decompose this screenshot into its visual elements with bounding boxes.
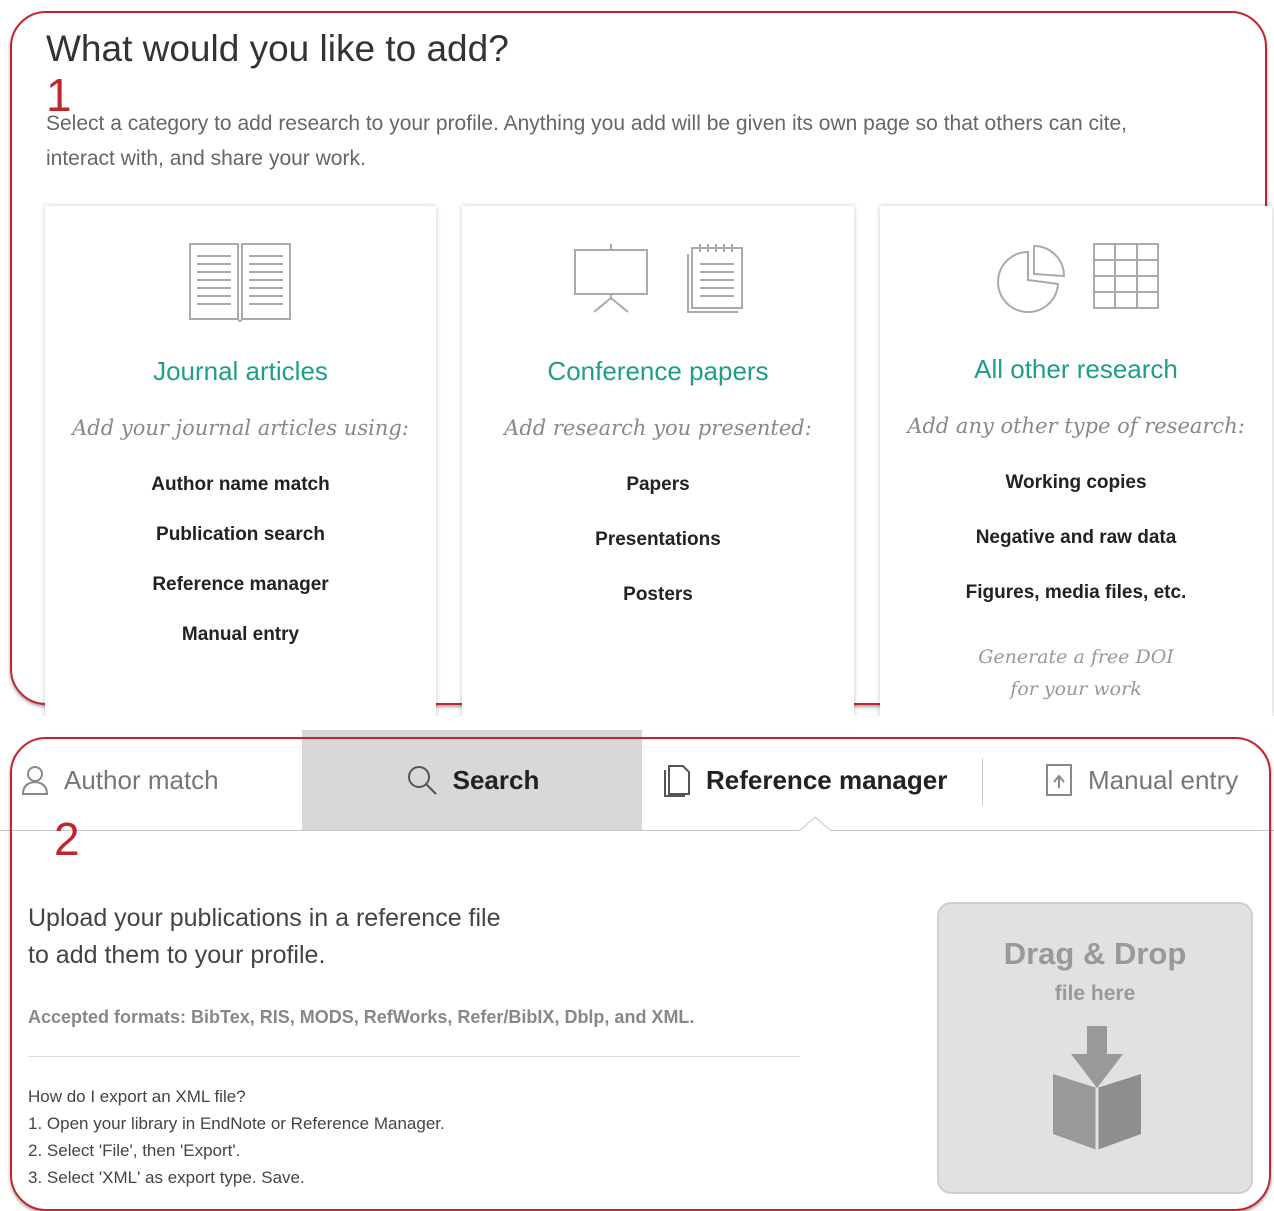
option-papers[interactable]: Papers — [462, 474, 854, 496]
data-table-icon — [1093, 243, 1159, 309]
active-tab-caret — [798, 816, 832, 833]
tab-label: Manual entry — [1088, 764, 1239, 795]
option-working-copies[interactable]: Working copies — [880, 472, 1272, 494]
option-author-name-match[interactable]: Author name match — [45, 474, 436, 496]
annotation-number-2: 2 — [54, 813, 80, 865]
option-manual-entry[interactable]: Manual entry — [45, 624, 436, 646]
option-negative-raw-data[interactable]: Negative and raw data — [880, 527, 1272, 549]
instruction-line: 1. Open your library in EndNote or Refer… — [28, 1114, 445, 1133]
open-book-icon — [189, 243, 291, 322]
page-title: What would you like to add? — [46, 28, 509, 69]
card-subtitle: Add your journal articles using: — [72, 416, 409, 440]
tab-search[interactable]: Search — [302, 730, 642, 830]
upload-icon — [1046, 764, 1072, 796]
upload-description: Upload your publications in a reference … — [28, 900, 501, 974]
instruction-line: 3. Select 'XML' as export type. Save. — [28, 1168, 305, 1187]
card-title[interactable]: Journal articles — [45, 356, 436, 387]
section-gap — [0, 716, 1274, 730]
tab-separator — [982, 758, 983, 806]
document-icon — [664, 765, 690, 797]
dropzone-title: Drag & Drop — [1003, 936, 1187, 971]
notepad-icon — [687, 244, 743, 313]
accepted-formats: Accepted formats: BibTex, RIS, MODS, Ref… — [28, 1007, 695, 1027]
upload-line: Upload your publications in a reference … — [28, 904, 501, 932]
tab-manual-entry[interactable]: Manual entry — [1044, 730, 1238, 830]
option-figures-media[interactable]: Figures, media files, etc. — [880, 582, 1272, 604]
box-download-icon — [1053, 1026, 1141, 1150]
intro-line: interact with, and share your work. — [46, 147, 366, 170]
tab-underline — [0, 830, 1274, 831]
doi-note-line: Generate a free DOI — [978, 646, 1174, 668]
option-presentations[interactable]: Presentations — [462, 529, 854, 551]
card-title[interactable]: All other research — [880, 354, 1272, 385]
option-posters[interactable]: Posters — [462, 584, 854, 606]
tab-label: Author match — [64, 764, 219, 795]
person-icon — [21, 766, 49, 795]
card-title[interactable]: Conference papers — [462, 356, 854, 387]
upload-line: to add them to your profile. — [28, 941, 326, 969]
export-instructions: How do I export an XML file? 1. Open you… — [28, 1083, 445, 1191]
intro-text: Select a category to add research to you… — [46, 106, 1272, 176]
pie-chart-icon — [997, 244, 1066, 313]
dropzone-subtitle: file here — [1054, 982, 1136, 1005]
tab-author-match[interactable]: Author match — [20, 730, 219, 830]
card-subtitle: Add any other type of research: — [907, 414, 1245, 438]
tab-label: Search — [452, 764, 540, 795]
card-subtitle: Add research you presented: — [504, 416, 812, 440]
divider — [28, 1056, 800, 1057]
card-journal-articles[interactable]: Journal articles Add your journal articl… — [45, 206, 436, 726]
drag-drop-zone[interactable]: Drag & Drop file here — [937, 902, 1253, 1194]
card-all-other-research[interactable]: All other research Add any other type of… — [880, 206, 1272, 726]
search-icon — [407, 766, 437, 795]
presentation-board-icon — [574, 244, 648, 313]
instruction-line: How do I export an XML file? — [28, 1087, 246, 1106]
card-conference-papers[interactable]: Conference papers Add research you prese… — [462, 206, 854, 726]
intro-line: Select a category to add research to you… — [46, 112, 1127, 135]
option-reference-manager[interactable]: Reference manager — [45, 574, 436, 596]
doi-note-line: for your work — [1010, 678, 1142, 700]
tab-label: Reference manager — [706, 764, 948, 795]
option-publication-search[interactable]: Publication search — [45, 524, 436, 546]
instruction-line: 2. Select 'File', then 'Export'. — [28, 1141, 241, 1160]
